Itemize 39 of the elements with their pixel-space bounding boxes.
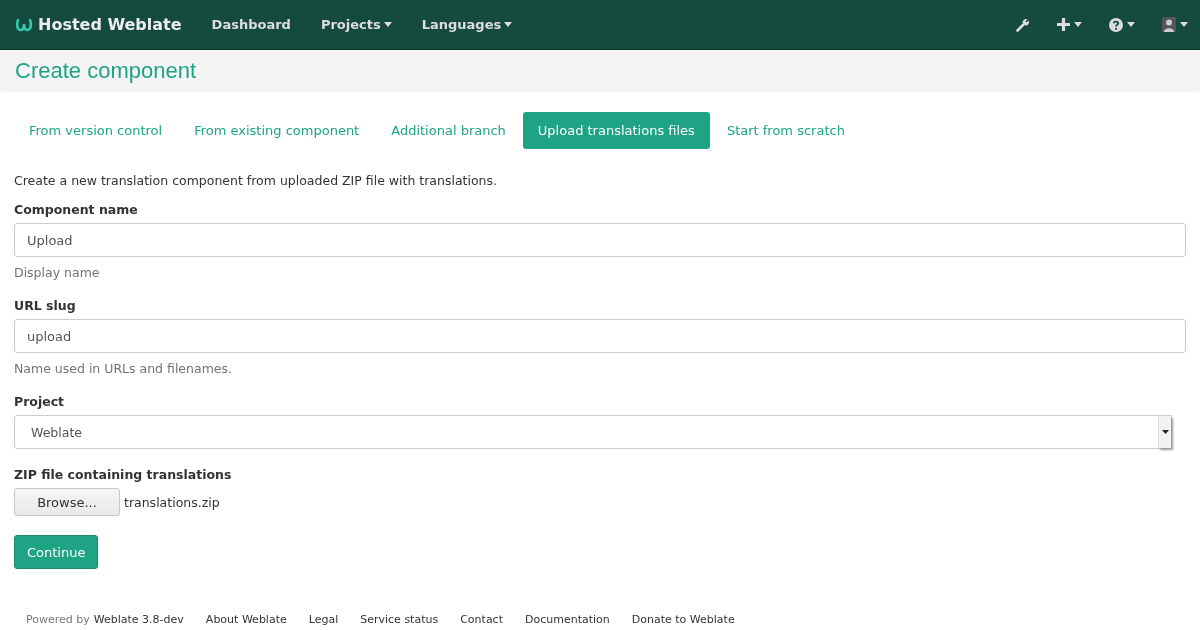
footer-link[interactable]: Contact — [460, 613, 503, 626]
caret-icon — [1074, 22, 1082, 27]
field-label: Project — [14, 394, 66, 409]
footer-link[interactable]: Donate to Weblate — [631, 613, 735, 626]
browse-button[interactable]: Browse... — [14, 488, 120, 516]
file-name: translations.zip — [124, 494, 220, 510]
field-label: Component name — [14, 202, 139, 217]
help-text: Name used in URLs and filenames. — [14, 361, 233, 376]
footer-link[interactable]: Documentation — [525, 613, 610, 626]
caret-icon — [1127, 22, 1135, 27]
caret-icon — [383, 22, 392, 27]
footer-link[interactable]: Weblate 3.8-dev — [93, 613, 184, 626]
powered-by-text: Powered by — [26, 613, 90, 626]
project-select[interactable]: Weblate — [14, 415, 1172, 449]
input-field[interactable]: Upload — [14, 223, 1186, 257]
intro-text: Create a new translation component from uploaded ZIP file with translations. — [14, 173, 499, 188]
plus-icon — [1057, 18, 1070, 31]
footer-link[interactable]: About Weblate — [205, 613, 287, 626]
help-text: Display name — [14, 265, 101, 280]
input-field[interactable]: upload — [14, 319, 1186, 353]
wrench-icon — [1016, 17, 1030, 32]
nav-menu-button[interactable] — [1162, 15, 1188, 34]
field-label: ZIP file containing translations — [14, 467, 233, 482]
field-label: URL slug — [14, 298, 77, 313]
caret-icon — [1180, 22, 1188, 27]
nav-menu-button[interactable] — [1109, 15, 1135, 34]
avatar-icon — [1162, 17, 1176, 32]
caret-icon — [1161, 430, 1169, 434]
nav-link[interactable]: Languages — [421, 17, 513, 32]
logo-icon — [15, 17, 33, 32]
nav-menu-button[interactable] — [1057, 16, 1082, 33]
nav-link[interactable]: Dashboard — [211, 17, 291, 32]
footer-link[interactable]: Legal — [308, 613, 339, 626]
footer-link[interactable]: Service status — [360, 613, 439, 626]
nav-link[interactable]: Projects — [320, 17, 392, 32]
brand-link[interactable]: Hosted Weblate — [38, 15, 182, 34]
help-icon — [1109, 17, 1123, 32]
page-title: Create component — [15, 58, 196, 84]
caret-icon — [504, 22, 513, 27]
